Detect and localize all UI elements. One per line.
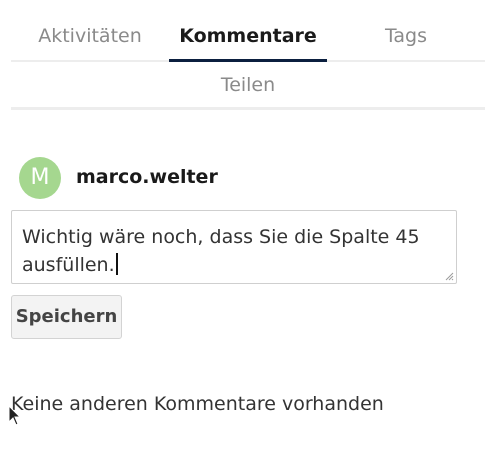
no-comments-message: Keine anderen Kommentare vorhanden	[11, 393, 384, 415]
tab-aktivitaeten[interactable]: Aktivitäten	[11, 24, 169, 48]
text-caret	[115, 253, 118, 275]
mouse-pointer-icon	[8, 405, 22, 426]
comment-text-wrapper: Wichtig wäre noch, dass Sie die Spalte 4…	[22, 223, 442, 279]
username: marco.welter	[76, 166, 218, 188]
comments-panel: Aktivitäten Kommentare Tags Teilen M mar…	[0, 0, 500, 452]
avatar: M	[19, 157, 61, 199]
tab-tags[interactable]: Tags	[327, 24, 485, 48]
tab-row-divider-2	[11, 107, 485, 110]
tab-kommentare[interactable]: Kommentare	[169, 24, 327, 48]
resize-handle-icon[interactable]	[444, 271, 454, 281]
comment-text: Wichtig wäre noch, dass Sie die Spalte 4…	[22, 226, 426, 276]
save-button[interactable]: Speichern	[11, 295, 122, 339]
comment-textarea[interactable]: Wichtig wäre noch, dass Sie die Spalte 4…	[11, 210, 457, 284]
active-tab-indicator	[169, 59, 327, 62]
tab-teilen[interactable]: Teilen	[11, 73, 485, 97]
